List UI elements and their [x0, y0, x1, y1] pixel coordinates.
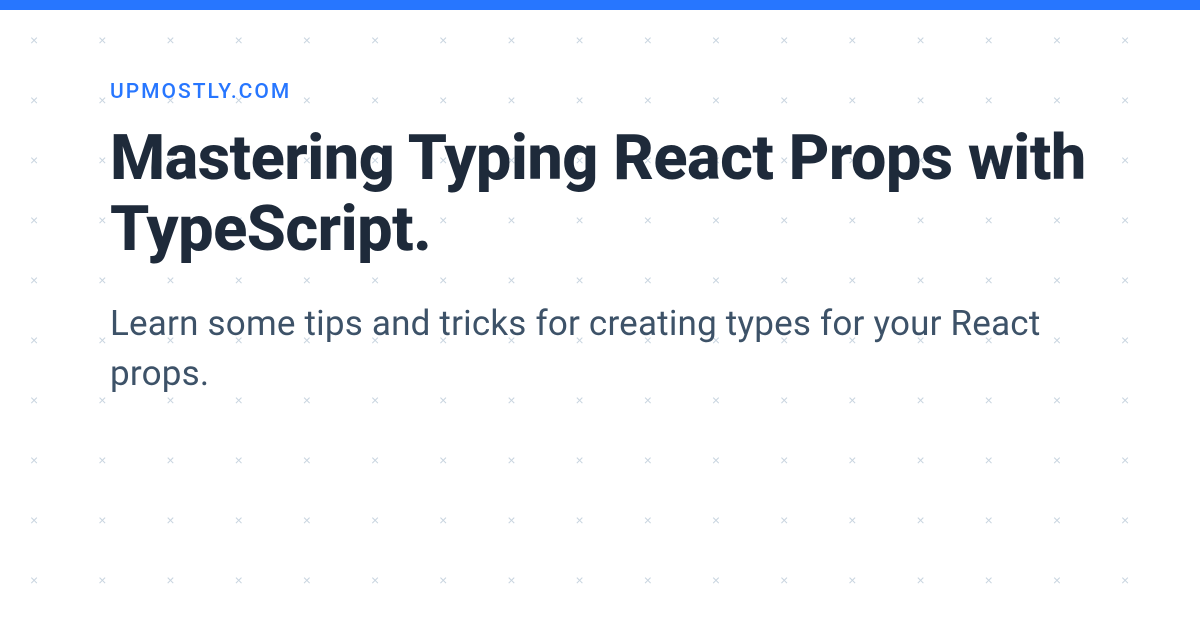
article-heading: Mastering Typing React Props with TypeSc… — [110, 124, 1090, 265]
content-area: UPMOSTLY.COM Mastering Typing React Prop… — [0, 10, 1200, 398]
article-description: Learn some tips and tricks for creating … — [110, 299, 1090, 398]
top-accent-bar — [0, 0, 1200, 10]
site-url: UPMOSTLY.COM — [110, 80, 1090, 104]
